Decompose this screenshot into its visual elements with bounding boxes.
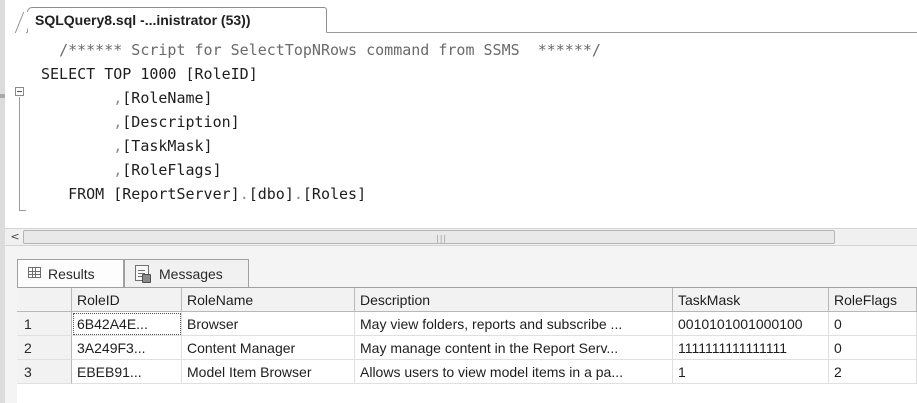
cell-roleflags[interactable]: 2 <box>829 360 917 384</box>
cell-description[interactable]: Allows users to view model items in a pa… <box>355 360 673 384</box>
cell-rolename[interactable]: Model Item Browser <box>182 360 355 384</box>
cell-roleid[interactable]: EBEB91... <box>72 360 182 384</box>
code-punctuation: . <box>239 185 249 203</box>
code-token: FROM [ReportServer] <box>68 185 240 203</box>
column-header-roleid[interactable]: RoleID <box>72 288 182 312</box>
cell-rolename[interactable]: Browser <box>182 312 355 336</box>
scroll-left-arrow-icon[interactable]: < <box>7 230 23 244</box>
code-token: [RoleFlags] <box>122 161 222 179</box>
scrollbar-grip-icon: ||| <box>436 234 448 243</box>
tab-sqlquery8-label: SQLQuery8.sql -...inistrator (53)) <box>35 12 251 28</box>
cell-description[interactable]: May manage content in the Report Serv... <box>355 336 673 360</box>
cell-rolename[interactable]: Content Manager <box>182 336 355 360</box>
cell-taskmask[interactable]: 0010101001000100 <box>673 312 829 336</box>
row-number[interactable]: 2 <box>17 336 72 360</box>
cell-taskmask[interactable]: 1111111111111111 <box>673 336 829 360</box>
outline-guide-end <box>19 210 26 211</box>
code-line[interactable]: ,[TaskMask] <box>41 134 213 158</box>
column-header-taskmask[interactable]: TaskMask <box>673 288 829 312</box>
cell-roleflags[interactable]: 0 <box>829 336 917 360</box>
code-token: [TaskMask] <box>122 137 213 155</box>
code-token: [dbo] <box>248 185 294 203</box>
tab-messages[interactable]: Messages <box>124 259 249 287</box>
scrollbar-thumb[interactable]: ||| <box>23 230 835 244</box>
code-punctuation: , <box>113 137 123 155</box>
collapse-toggle-icon[interactable] <box>15 87 24 96</box>
cell-taskmask[interactable]: 1 <box>673 360 829 384</box>
tab-sqlquery8[interactable]: SQLQuery8.sql -...inistrator (53)) <box>27 7 327 33</box>
row-number[interactable]: 1 <box>17 312 72 336</box>
results-tab-strip: Results Messages <box>5 259 917 287</box>
row-number[interactable]: 3 <box>17 360 72 384</box>
code-line[interactable]: ,[Description] <box>41 110 240 134</box>
tab-results[interactable]: Results <box>17 259 124 287</box>
messages-icon <box>135 265 151 283</box>
outline-guide <box>19 97 20 210</box>
code-token: [Description] <box>122 113 240 131</box>
code-punctuation: , <box>113 113 123 131</box>
code-token: [Roles] <box>302 185 367 203</box>
code-comment: /****** Script for SelectTopNRows comman… <box>59 41 601 59</box>
results-panel: Results Messages RoleID RoleName Descrip… <box>5 246 917 403</box>
code-punctuation: , <box>113 89 123 107</box>
row-number-header[interactable] <box>17 288 72 312</box>
code-punctuation: , <box>113 161 123 179</box>
table-row[interactable]: 2 3A249F3... Content Manager May manage … <box>17 336 917 360</box>
column-header-roleflags[interactable]: RoleFlags <box>829 288 917 312</box>
code-line[interactable]: ,[RoleName] <box>41 86 213 110</box>
column-header-description[interactable]: Description <box>355 288 673 312</box>
editor-horizontal-scrollbar[interactable]: < ||| <box>5 228 917 246</box>
grid-icon <box>28 267 41 278</box>
cell-roleflags[interactable]: 0 <box>829 312 917 336</box>
document-tab-strip: SQLQuery8.sql -...inistrator (53)) <box>5 0 917 33</box>
code-token: SELECT TOP 1000 [RoleID] <box>41 65 258 83</box>
table-row[interactable]: 3 EBEB91... Model Item Browser Allows us… <box>17 360 917 384</box>
code-token: [RoleName] <box>122 89 213 107</box>
code-line[interactable]: SELECT TOP 1000 [RoleID] <box>41 62 258 86</box>
grid-header-row: RoleID RoleName Description TaskMask Rol… <box>17 288 917 312</box>
cell-roleid[interactable]: 3A249F3... <box>72 336 182 360</box>
code-line[interactable]: ,[RoleFlags] <box>41 158 222 182</box>
table-row[interactable]: 1 6B42A4E... Browser May view folders, r… <box>17 312 917 336</box>
code-punctuation: . <box>293 185 303 203</box>
cell-description[interactable]: May view folders, reports and subscribe … <box>355 312 673 336</box>
cell-roleid[interactable]: 6B42A4E... <box>72 312 182 336</box>
tab-messages-label: Messages <box>159 266 223 282</box>
code-line[interactable]: FROM [ReportServer].[dbo].[Roles] <box>41 182 366 206</box>
column-header-rolename[interactable]: RoleName <box>182 288 355 312</box>
query-editor[interactable]: /****** Script for SelectTopNRows comman… <box>5 33 917 228</box>
tab-results-label: Results <box>48 266 95 282</box>
code-line[interactable]: /****** Script for SelectTopNRows comman… <box>41 38 601 62</box>
results-grid[interactable]: RoleID RoleName Description TaskMask Rol… <box>17 288 917 403</box>
